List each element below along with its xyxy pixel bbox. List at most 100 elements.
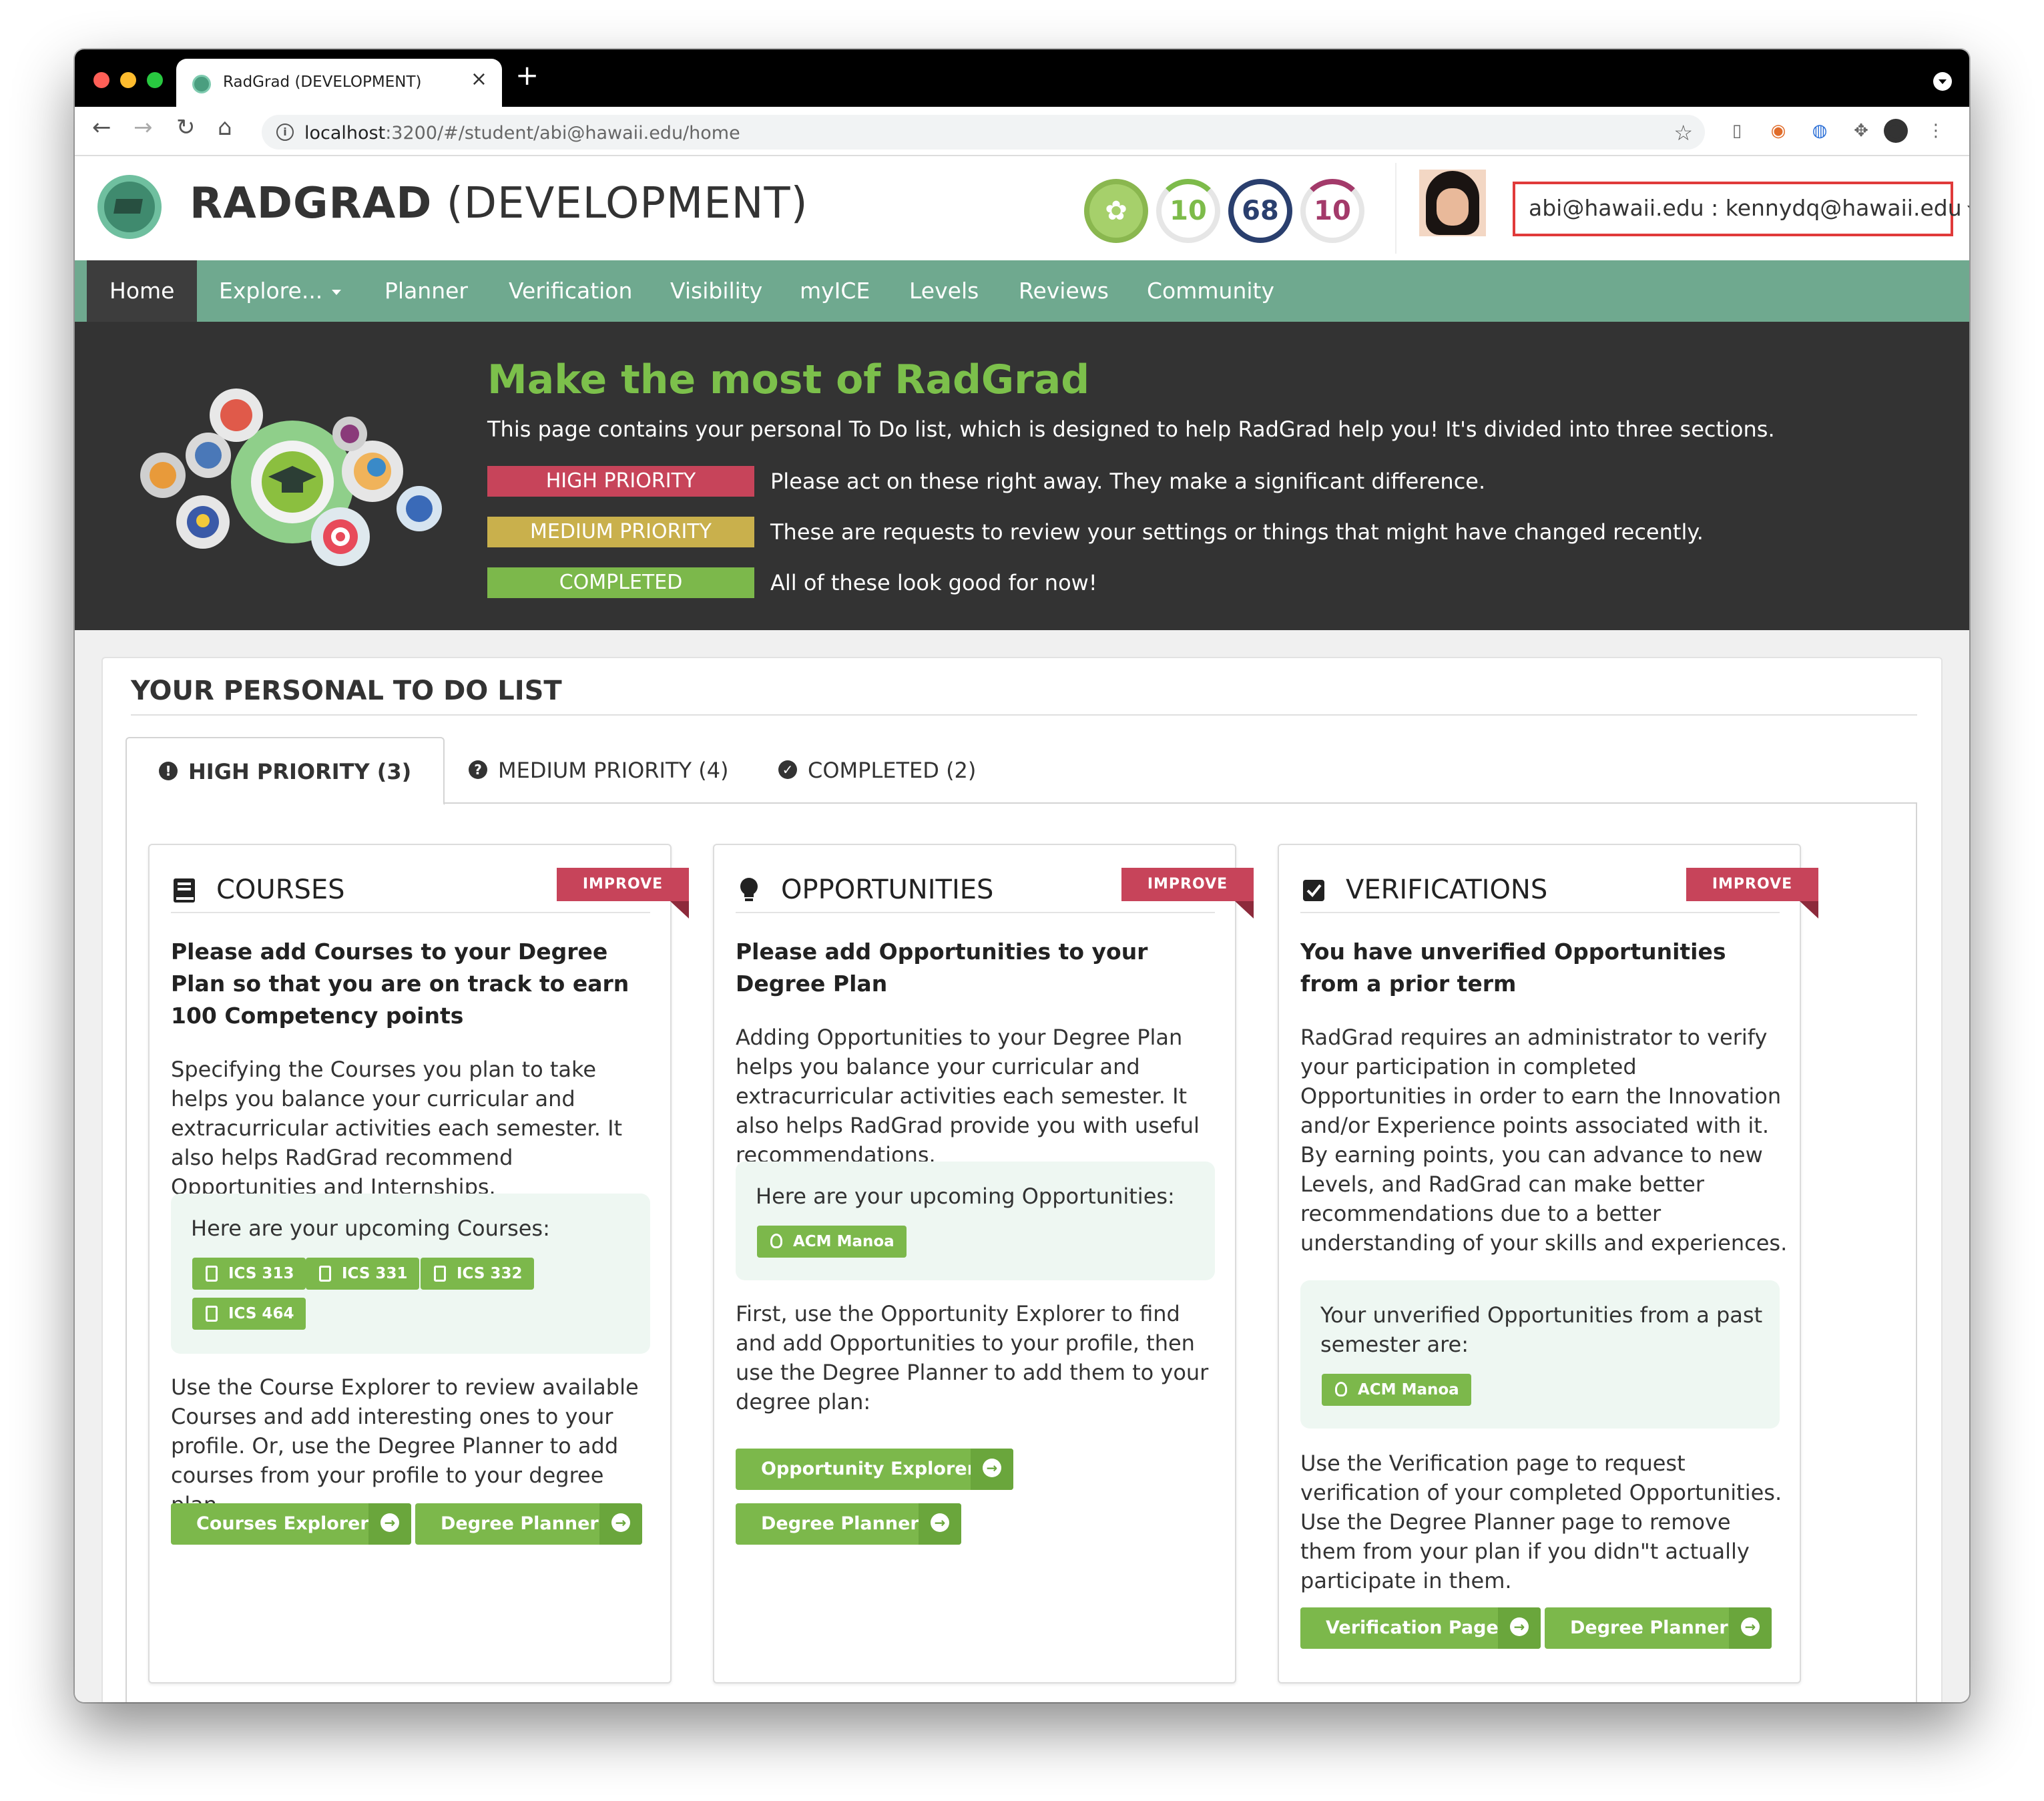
tab-completed-label: COMPLETED (2)	[808, 758, 977, 783]
course-chip[interactable]: ICS 464	[192, 1298, 306, 1330]
opportunity-chip[interactable]: ACM Manoa	[757, 1226, 907, 1258]
tab-search-icon[interactable]	[1933, 72, 1952, 91]
tab-medium-priority-label: MEDIUM PRIORITY (4)	[498, 758, 729, 783]
experience-points-badge[interactable]: 10	[1300, 179, 1364, 243]
upcoming-courses-well: Here are your upcoming Courses: ICS 313 …	[171, 1194, 650, 1354]
courses-explorer-button[interactable]: Courses Explorer	[171, 1503, 411, 1545]
profile-avatar-icon[interactable]: ●	[1884, 119, 1908, 143]
reload-icon[interactable]: ↻	[176, 116, 196, 139]
exclamation-circle-icon: !	[159, 762, 178, 780]
high-priority-pane: COURSES IMPROVE Please add Courses to yo…	[125, 804, 1917, 1702]
course-chip[interactable]: ICS 332	[421, 1258, 535, 1290]
url-host: localhost	[304, 123, 386, 144]
back-icon[interactable]: ←	[92, 116, 111, 139]
welcome-hero: Make the most of RadGrad This page conta…	[75, 322, 1969, 630]
nav-home[interactable]: Home	[87, 260, 198, 322]
card-divider	[171, 912, 650, 913]
opportunity-explorer-label: Opportunity Explorer	[761, 1459, 976, 1479]
verification-page-label: Verification Page	[1326, 1617, 1499, 1638]
course-chip-label: ICS 464	[228, 1305, 294, 1322]
browser-toolbar: ← → ↻ ⌂ i localhost:3200/#/student/abi@h…	[75, 107, 1969, 156]
tab-completed[interactable]: ✓ COMPLETED (2)	[746, 737, 1008, 804]
content-area: YOUR PERSONAL TO DO LIST ! HIGH PRIORITY …	[75, 630, 1969, 1702]
courses-instructions: Use the Course Explorer to review availa…	[171, 1374, 639, 1517]
degree-planner-button[interactable]: Degree Planner	[1545, 1607, 1772, 1649]
course-chip-label: ICS 332	[457, 1265, 523, 1282]
tab-title: RadGrad (DEVELOPMENT)	[223, 73, 422, 91]
header-divider	[1395, 163, 1396, 254]
course-chip[interactable]: ICS 313	[192, 1258, 306, 1290]
user-avatar[interactable]	[1419, 170, 1486, 236]
radgrad-favicon-icon	[192, 75, 211, 93]
brand-bold: RADGRAD	[190, 179, 433, 228]
nav-myice[interactable]: myICE	[800, 260, 870, 322]
close-window-button[interactable]	[93, 72, 109, 88]
site-info-icon[interactable]: i	[276, 123, 294, 141]
competency-points-badge[interactable]: 68	[1228, 179, 1292, 243]
opportunities-card: OPPORTUNITIES IMPROVE Please add Opportu…	[713, 844, 1254, 1684]
maximize-window-button[interactable]	[147, 72, 163, 88]
book-icon	[434, 1266, 446, 1282]
user-account-label: abi@hawaii.edu : kennydq@hawaii.edu	[1529, 195, 1962, 221]
tab-high-priority-label: HIGH PRIORITY (3)	[188, 759, 412, 784]
tab-high-priority[interactable]: ! HIGH PRIORITY (3)	[125, 737, 445, 805]
forward-icon[interactable]: →	[134, 116, 153, 139]
document-extension-icon[interactable]: ▯	[1725, 119, 1749, 143]
minimize-window-button[interactable]	[120, 72, 136, 88]
upcoming-opportunities-well: Here are your upcoming Opportunities: AC…	[736, 1162, 1215, 1280]
degree-planner-label: Degree Planner	[1570, 1617, 1728, 1638]
todo-panel: YOUR PERSONAL TO DO LIST ! HIGH PRIORITY …	[101, 657, 1943, 1702]
high-priority-desc: Please act on these right away. They mak…	[770, 469, 1486, 494]
user-account-dropdown[interactable]: abi@hawaii.edu : kennydq@hawaii.edu	[1513, 182, 1969, 236]
new-tab-button[interactable]: +	[515, 61, 539, 89]
password-extension-icon[interactable]: ◍	[1808, 119, 1832, 143]
arrow-circle-right-icon	[919, 1503, 961, 1545]
medium-priority-desc: These are requests to review your settin…	[770, 519, 1704, 545]
innovation-points-badge[interactable]: 10	[1156, 179, 1220, 243]
nav-verification[interactable]: Verification	[509, 260, 632, 322]
check-square-icon	[1303, 880, 1324, 901]
verification-page-button[interactable]: Verification Page	[1300, 1607, 1541, 1649]
nav-explore-label: Explore...	[219, 278, 323, 304]
radgrad-logo-icon[interactable]	[97, 175, 162, 239]
courses-card: COURSES IMPROVE Please add Courses to yo…	[148, 844, 689, 1684]
browser-tab-strip: RadGrad (DEVELOPMENT) × +	[75, 49, 1969, 107]
brand-title[interactable]: RADGRAD (DEVELOPMENT)	[190, 179, 808, 228]
browser-menu-icon[interactable]: ⋮	[1924, 119, 1948, 143]
arrow-circle-right-icon	[971, 1449, 1013, 1490]
address-bar[interactable]: i localhost:3200/#/student/abi@hawaii.ed…	[262, 115, 1705, 150]
nav-explore[interactable]: Explore...	[219, 260, 342, 322]
degree-planner-label: Degree Planner	[441, 1513, 599, 1534]
opportunity-explorer-button[interactable]: Opportunity Explorer	[736, 1449, 1013, 1490]
degree-planner-button[interactable]: Degree Planner	[415, 1503, 642, 1545]
nav-planner[interactable]: Planner	[385, 260, 468, 322]
priority-tabs: ! HIGH PRIORITY (3) ? MEDIUM PRIORITY (4) …	[125, 737, 1917, 805]
browser-tab[interactable]: RadGrad (DEVELOPMENT) ×	[176, 59, 502, 107]
nav-community[interactable]: Community	[1147, 260, 1274, 322]
dropdown-caret-icon	[332, 289, 342, 295]
degree-planner-label: Degree Planner	[761, 1513, 919, 1534]
tab-medium-priority[interactable]: ? MEDIUM PRIORITY (4)	[437, 737, 761, 804]
completed-label: COMPLETED	[487, 567, 754, 598]
extensions-puzzle-icon[interactable]: ✥	[1849, 119, 1873, 143]
close-tab-icon[interactable]: ×	[471, 69, 487, 89]
nav-reviews[interactable]: Reviews	[1019, 260, 1109, 322]
course-chip-label: ICS 313	[228, 1265, 294, 1282]
degree-planner-button[interactable]: Degree Planner	[736, 1503, 961, 1545]
courses-description: Specifying the Courses you plan to take …	[171, 1057, 623, 1200]
check-circle-icon: ✓	[778, 760, 797, 779]
brave-extension-icon[interactable]: ◉	[1766, 119, 1790, 143]
ice-flower-icon[interactable]: ✿	[1084, 179, 1148, 243]
verifications-card: VERIFICATIONS IMPROVE You have unverifie…	[1278, 844, 1818, 1684]
nav-visibility[interactable]: Visibility	[670, 260, 762, 322]
nav-levels[interactable]: Levels	[909, 260, 979, 322]
hero-title: Make the most of RadGrad	[487, 356, 1090, 403]
improve-ribbon: IMPROVE	[1121, 868, 1254, 919]
gears-illustration-icon	[140, 389, 442, 566]
opportunity-chip[interactable]: ACM Manoa	[1322, 1374, 1471, 1406]
url-text: localhost:3200/#/student/abi@hawaii.edu/…	[304, 123, 740, 144]
course-chip[interactable]: ICS 331	[306, 1258, 420, 1290]
unverified-opportunities-well: Your unverified Opportunities from a pas…	[1300, 1280, 1780, 1429]
bookmark-star-icon[interactable]: ☆	[1674, 120, 1693, 146]
home-icon[interactable]: ⌂	[218, 116, 232, 139]
